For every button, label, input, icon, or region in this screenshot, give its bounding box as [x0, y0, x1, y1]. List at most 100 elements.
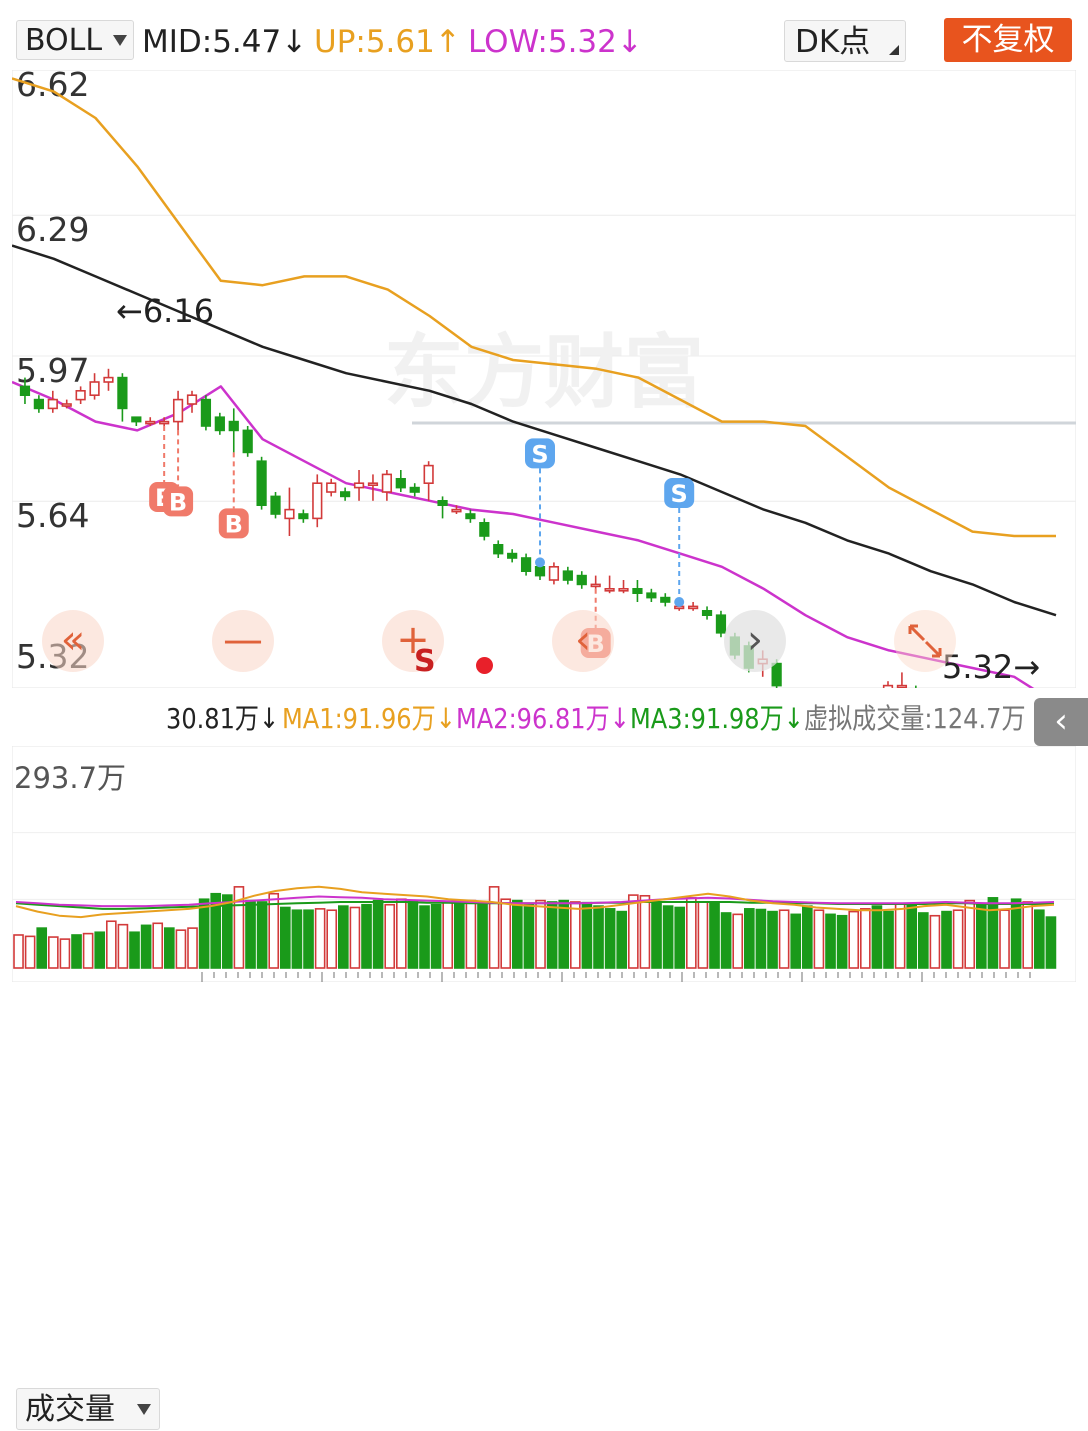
candle-body — [214, 416, 225, 432]
volume-bar — [1022, 901, 1034, 969]
sell-signal-dot — [535, 557, 545, 568]
fullscreen-button[interactable] — [894, 610, 956, 672]
candle-body — [534, 565, 546, 577]
dropdown-arrow-icon — [137, 1404, 151, 1415]
volume-bar — [767, 910, 778, 969]
candle-body — [117, 376, 128, 410]
volume-bar — [755, 908, 767, 969]
candle-body — [242, 429, 253, 454]
volume-bar — [825, 913, 836, 969]
dk-point-button[interactable]: DK点 — [784, 20, 906, 62]
low-value: LOW:5.32↓ — [468, 22, 643, 62]
volume-chart[interactable]: 293.7万 — [12, 746, 1076, 982]
low-price-marker: 5.32→ — [942, 648, 1040, 686]
volume-bar — [419, 905, 430, 969]
volume-bar — [975, 903, 987, 969]
candle-body — [771, 662, 782, 687]
volume-bar — [94, 931, 106, 969]
volume-bar — [187, 927, 198, 969]
volume-bar — [546, 901, 558, 969]
candle-body — [562, 570, 573, 581]
candle-body — [186, 394, 198, 405]
candle-body — [520, 557, 532, 572]
y-tick-label: 6.62 — [16, 70, 89, 104]
volume-bar — [720, 912, 732, 969]
volume-bar — [604, 908, 616, 969]
volume-bar — [117, 923, 129, 969]
volume-bar — [488, 886, 500, 969]
candle-body — [451, 508, 462, 513]
volume-value: 30.81万↓ — [166, 702, 280, 735]
y-tick-label: 5.97 — [16, 351, 89, 390]
candle-body — [576, 574, 587, 586]
volume-bar — [47, 936, 59, 969]
candle-body — [493, 543, 504, 555]
candle-body — [548, 565, 560, 581]
y-tick-label: 6.29 — [16, 210, 89, 249]
dropdown-arrow-icon — [113, 35, 127, 46]
volume-bar — [175, 929, 187, 969]
candle-body — [409, 486, 420, 493]
volume-bar — [535, 899, 546, 969]
volume-bar — [1033, 909, 1045, 969]
volume-bar — [198, 898, 210, 969]
volume-bar — [697, 901, 709, 969]
candle-body — [145, 420, 156, 425]
candle-body — [284, 508, 295, 520]
indicator-toolbar: BOLL MID:5.47↓ UP:5.61↑ LOW:5.32↓ DK点 不复… — [0, 0, 1088, 70]
prev-button[interactable]: ‹ — [552, 610, 614, 672]
candle-body — [353, 482, 365, 489]
volume-bar — [987, 897, 999, 969]
dk-point-label: DK点 — [795, 24, 871, 60]
candle-body — [33, 398, 44, 410]
candle-body — [395, 477, 406, 489]
volume-indicator-select[interactable]: 成交量 — [16, 1388, 160, 1430]
candle-body — [103, 376, 114, 383]
volume-bar — [801, 905, 813, 969]
candle-body — [256, 460, 267, 507]
volume-bar — [651, 901, 662, 969]
candle-body — [701, 609, 713, 616]
candle-body — [465, 513, 476, 520]
candle-body — [507, 552, 518, 559]
candle-body — [437, 499, 448, 506]
volume-bar — [372, 899, 384, 969]
volume-bar — [848, 910, 860, 969]
sell-marker-text: S — [414, 644, 436, 679]
expand-icon — [908, 624, 942, 658]
volume-bar — [395, 898, 407, 969]
candle-body — [312, 482, 323, 520]
volume-bar — [59, 938, 71, 969]
volume-bar — [674, 906, 686, 969]
indicator-select[interactable]: BOLL — [16, 20, 134, 60]
volume-bar — [337, 905, 349, 969]
candle-body — [340, 491, 351, 498]
low-label: LOW:5.32 — [468, 24, 617, 60]
zoom-out-button[interactable]: — — [212, 610, 274, 672]
volume-bar — [407, 899, 419, 969]
high-price-marker: ←6.16 — [116, 292, 214, 330]
volume-bar — [859, 908, 871, 969]
first-page-button[interactable]: « — [42, 610, 104, 672]
volume-bar — [929, 914, 941, 969]
indicator-select-label: BOLL — [25, 23, 103, 58]
next-button[interactable]: › — [724, 610, 786, 672]
collapse-panel-button[interactable]: ‹ — [1034, 698, 1088, 746]
candle-body — [228, 420, 239, 432]
low-down-arrow: ↓ — [616, 24, 643, 60]
candle-body — [89, 381, 100, 396]
volume-bar — [140, 924, 152, 969]
sell-signal-text: S — [671, 480, 688, 508]
volume-bar — [256, 901, 268, 969]
volume-bar — [952, 909, 964, 969]
candle-body — [660, 596, 671, 603]
kline-chart[interactable]: 东方财富 6.626.295.975.645.32 BBBBSS ←6.16 5… — [12, 70, 1076, 688]
volume-bar — [593, 905, 604, 969]
volume-bar — [558, 899, 570, 969]
candle-body — [298, 513, 309, 520]
candle-body — [326, 482, 337, 493]
volume-bar — [964, 899, 976, 969]
candle-body — [270, 495, 281, 515]
no-adjust-button[interactable]: 不复权 — [944, 18, 1072, 62]
candle-body — [159, 420, 170, 425]
